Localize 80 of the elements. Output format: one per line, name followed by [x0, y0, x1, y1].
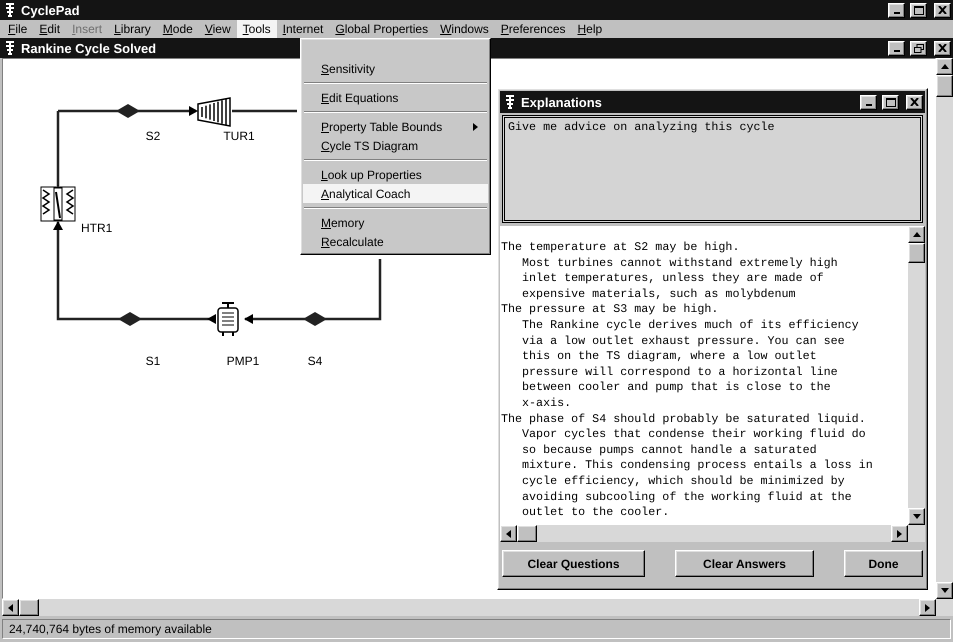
menu-item[interactable]: Windows	[434, 20, 495, 38]
menu-item[interactable]: Help	[572, 20, 608, 38]
dialog-button[interactable]: Clear Answers	[675, 550, 814, 577]
app-title: CyclePad	[21, 2, 81, 18]
menu-entry[interactable]: Sensitivity	[303, 59, 488, 78]
menu-item[interactable]: Library	[108, 20, 157, 38]
status-text: 24,740,764 bytes of memory available	[2, 619, 951, 639]
close-icon	[910, 98, 919, 106]
maximize-button[interactable]	[910, 2, 927, 18]
up-arrow-icon	[912, 230, 920, 238]
question-field[interactable]: Give me advice on analyzing this cycle	[502, 115, 923, 223]
dialog-button[interactable]: Clear Questions	[502, 550, 645, 577]
up-arrow-icon	[940, 62, 948, 70]
right-arrow-icon	[924, 604, 932, 612]
minimize-button[interactable]	[888, 40, 905, 56]
minimize-button[interactable]	[860, 94, 877, 110]
explanations-title: Explanations	[521, 94, 603, 110]
restore-icon	[914, 44, 924, 52]
answer-heading: The pressure at S3 may be high.	[501, 302, 720, 318]
menu-entry[interactable]: Cycle TS Diagram	[303, 136, 488, 155]
menu-item[interactable]: Preferences	[494, 20, 572, 38]
menu-entry[interactable]: Look up Properties	[303, 165, 488, 184]
scroll-left-button[interactable]	[500, 525, 517, 542]
menu-entry[interactable]: Recalculate	[303, 232, 488, 251]
dialog-button[interactable]: Done	[844, 550, 923, 577]
scroll-right-button[interactable]	[891, 525, 908, 542]
menu-entry[interactable]: Memory	[303, 213, 488, 232]
down-arrow-icon	[912, 512, 920, 520]
close-icon	[938, 6, 947, 14]
component-label: S4	[308, 354, 322, 368]
left-arrow-icon	[504, 530, 512, 538]
scroll-left-button[interactable]	[2, 599, 19, 616]
vertical-scrollbar[interactable]	[936, 58, 953, 599]
menu-item[interactable]: Tools	[236, 20, 277, 38]
scroll-thumb[interactable]	[936, 75, 953, 97]
minimize-button[interactable]	[888, 2, 905, 18]
app-icon	[4, 41, 16, 55]
close-button[interactable]	[934, 40, 951, 56]
menu-item[interactable]: Mode	[156, 20, 199, 38]
menu-item[interactable]: File	[2, 20, 34, 38]
component-label: TUR1	[223, 129, 255, 143]
answer-heading: The temperature at S2 may be high.	[501, 240, 740, 256]
answer-text: Most turbines cannot withstand extremely high inlet temperatures, unless they are made of expensive materials, such as molybdenum	[521, 256, 839, 302]
maximize-icon	[914, 6, 924, 14]
answer-heading: The phase of S4 should probably be saturated liquid.	[501, 412, 867, 428]
component-label: HTR1	[81, 221, 112, 235]
menu-item[interactable]: Edit	[33, 20, 66, 38]
scroll-down-button[interactable]	[908, 508, 925, 525]
menu-entry[interactable]: Analytical Coach	[303, 184, 488, 203]
answer-text: The Rankine cycle derives much of its efficiency via a low outlet exhaust pressure. You can see this on the TS diagram, where a low outlet pressure will correspond to a horizontal line between cooler and pump that is close to the x-axis.	[521, 318, 860, 412]
maximize-icon	[886, 98, 896, 106]
menu-entry[interactable]: Edit Equations	[303, 88, 488, 107]
scroll-down-button[interactable]	[936, 582, 953, 599]
scroll-right-button[interactable]	[919, 599, 936, 616]
menu-entry[interactable]: Property Table Bounds	[303, 117, 488, 136]
document-title: Rankine Cycle Solved	[21, 40, 158, 56]
scroll-thumb[interactable]	[19, 599, 39, 616]
scroll-up-button[interactable]	[908, 226, 925, 243]
scroll-thumb[interactable]	[517, 525, 537, 542]
close-icon	[938, 44, 947, 52]
menu-item[interactable]: Internet	[276, 20, 330, 38]
component-label: S1	[146, 354, 160, 368]
close-button[interactable]	[906, 94, 923, 110]
maximize-button[interactable]	[882, 94, 899, 110]
left-arrow-icon	[6, 604, 14, 612]
close-button[interactable]	[934, 2, 951, 18]
scroll-up-button[interactable]	[936, 58, 953, 75]
app-icon	[4, 3, 16, 17]
right-arrow-icon	[472, 122, 480, 130]
vertical-scrollbar[interactable]	[908, 226, 925, 525]
menu-item[interactable]: Global Properties	[329, 20, 434, 38]
component-label: S2	[146, 129, 160, 143]
restore-button[interactable]	[910, 40, 927, 56]
app-icon	[504, 95, 516, 109]
scroll-thumb[interactable]	[908, 243, 925, 263]
right-arrow-icon	[896, 530, 904, 538]
answer-text: Vapor cycles that condense their working fluid do so because pumps cannot handle a saturated mixture. This condensing process entails a loss in cycle efficiency, which should be minimized by avoiding subcooling of the working fluid at the outlet to the cooler.	[521, 427, 874, 521]
component-label: PMP1	[226, 354, 260, 368]
down-arrow-icon	[940, 586, 948, 594]
menu-item[interactable]: View	[198, 20, 237, 38]
